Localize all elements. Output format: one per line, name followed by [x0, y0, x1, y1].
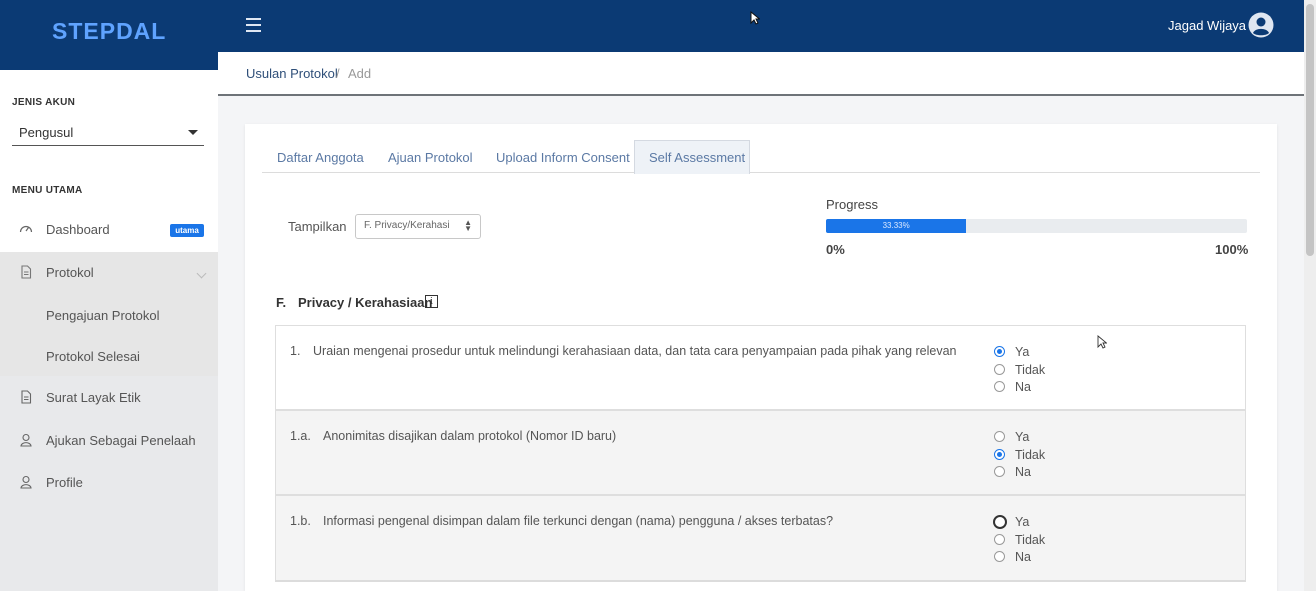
brand-logo[interactable]: STEPDAL	[52, 18, 166, 45]
sort-caret-icon: ▲ ▼	[464, 218, 472, 233]
tab-self-assessment-label: Self Assessment	[649, 150, 746, 165]
sidebar-subitem-selesai[interactable]: Protokol Selesai	[46, 349, 140, 364]
brand-panel: STEPDAL	[0, 0, 218, 70]
option-label: Na	[1015, 550, 1031, 564]
sidebar-item-label: Profile	[46, 475, 83, 490]
caret-down-icon	[188, 130, 198, 135]
sidebar-item-label: Ajukan Sebagai Penelaah	[46, 433, 196, 448]
option-label: Na	[1015, 380, 1031, 394]
option-label: Tidak	[1015, 448, 1046, 462]
progress-min-label: 0%	[826, 242, 845, 257]
breadcrumb-current: Add	[348, 66, 372, 81]
sidebar-item-label: Dashboard	[46, 222, 110, 237]
sidebar-item-protokol[interactable]: Protokol	[0, 252, 218, 292]
progress-bar: 33.33%	[826, 219, 1247, 233]
sidebar-item-surat-layak-etik[interactable]: Surat Layak Etik	[0, 377, 218, 417]
radio-tidak[interactable]	[994, 449, 1005, 460]
dashboard-badge: utama	[170, 224, 204, 237]
progress-bar-fill: 33.33%	[826, 219, 967, 233]
option-label: Tidak	[1015, 533, 1046, 547]
mouse-cursor-icon	[750, 11, 760, 25]
sidebar-item-ajukan-penelaah[interactable]: Ajukan Sebagai Penelaah	[0, 420, 218, 460]
radio-na[interactable]	[994, 551, 1005, 562]
question-text: Anonimitas disajikan dalam protokol (Nom…	[323, 429, 617, 443]
radio-ya[interactable]	[994, 346, 1005, 357]
radio-tidak[interactable]	[994, 534, 1005, 545]
option-label: Tidak	[1015, 363, 1046, 377]
document-icon	[21, 390, 32, 404]
radio-na[interactable]	[994, 381, 1005, 392]
hamburger-icon[interactable]	[246, 18, 261, 32]
mouse-cursor-icon	[1097, 335, 1107, 349]
user-circle-icon[interactable]	[1248, 12, 1274, 38]
tab-ajuan-protokol[interactable]: Ajuan Protokol	[388, 150, 473, 165]
account-type-value: Pengusul	[19, 125, 74, 140]
account-type-select[interactable]: Pengusul	[12, 120, 204, 146]
radio-ya[interactable]	[994, 431, 1005, 442]
gauge-icon	[19, 225, 33, 233]
progress-max-label: 100%	[1215, 242, 1249, 257]
progress-label: Progress	[826, 197, 879, 212]
radio-na[interactable]	[994, 466, 1005, 477]
option-label: Na	[1015, 465, 1031, 479]
section-filter-value: F. Privacy/Kerahasi	[364, 220, 450, 231]
user-name[interactable]: Jagad Wijaya	[1168, 18, 1246, 33]
sidebar-subitem-pengajuan[interactable]: Pengajuan Protokol	[46, 308, 159, 323]
user-icon	[20, 475, 32, 489]
tabs-divider	[262, 172, 1260, 173]
breadcrumb-separator: /	[336, 66, 340, 81]
radio-tidak[interactable]	[994, 364, 1005, 375]
question-number: 1.b.	[290, 514, 311, 528]
section-title: Privacy / Kerahasiaan	[298, 295, 433, 310]
question-row: 1.a. Anonimitas disajikan dalam protokol…	[275, 410, 1246, 495]
sidebar-item-label: Protokol	[46, 265, 94, 280]
question-text: Informasi pengenal disimpan dalam file t…	[323, 514, 834, 528]
filter-label: Tampilkan	[288, 219, 347, 234]
account-type-label: JENIS AKUN	[12, 97, 76, 108]
main-menu-label: MENU UTAMA	[12, 185, 83, 196]
question-text: Uraian mengenai prosedur untuk melindung…	[313, 344, 957, 358]
section-letter: F.	[276, 295, 287, 310]
radio-ya[interactable]	[993, 515, 1007, 529]
option-label: Ya	[1015, 430, 1030, 444]
info-icon[interactable]: i	[425, 295, 438, 308]
sidebar-item-label: Surat Layak Etik	[46, 390, 141, 405]
document-icon	[21, 265, 32, 279]
option-label: Ya	[1015, 515, 1030, 529]
tab-daftar-anggota[interactable]: Daftar Anggota	[277, 150, 364, 165]
breadcrumb-parent-link[interactable]: Usulan Protokol	[246, 66, 338, 81]
question-row: 1.b. Informasi pengenal disimpan dalam f…	[275, 495, 1246, 581]
user-icon	[20, 433, 32, 447]
tab-upload-inform-consent[interactable]: Upload Inform Consent	[496, 150, 630, 165]
section-filter-select[interactable]: F. Privacy/Kerahasi ▲ ▼	[355, 214, 481, 239]
sidebar-item-profile[interactable]: Profile	[0, 462, 218, 502]
question-number: 1.	[290, 344, 301, 358]
option-label: Ya	[1015, 345, 1030, 359]
row-divider	[275, 580, 1246, 582]
progress-percent-text: 33.33%	[882, 221, 910, 230]
scrollbar-thumb[interactable]	[1306, 4, 1314, 256]
question-number: 1.a.	[290, 429, 311, 443]
breadcrumb	[218, 52, 1304, 96]
